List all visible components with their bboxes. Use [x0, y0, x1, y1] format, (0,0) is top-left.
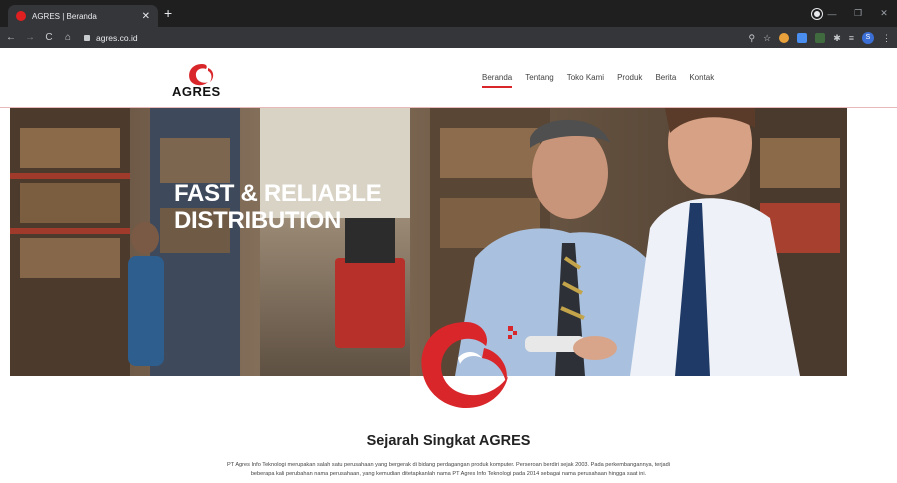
browser-tab[interactable]: AGRES | Beranda ✕	[8, 5, 158, 27]
forward-icon[interactable]: →	[22, 32, 38, 43]
tab-title: AGRES | Beranda	[32, 11, 97, 21]
agres-favicon-icon	[16, 11, 26, 21]
zoom-icon[interactable]: ⚲	[749, 33, 756, 43]
minimize-icon[interactable]: —	[819, 9, 845, 19]
section-paragraph-line-1: PT Agres Info Teknologi merupakan salah …	[227, 462, 670, 468]
bookmark-star-icon[interactable]: ☆	[763, 33, 771, 43]
window-controls: — ❐ ✕	[819, 0, 897, 27]
maximize-icon[interactable]: ❐	[845, 8, 871, 19]
extensions-puzzle-icon[interactable]: ✱	[833, 33, 841, 43]
address-bar[interactable]: agres.co.id	[84, 29, 704, 46]
section-paragraph-line-2: beberapa kali perubahan nama perusahaan,…	[250, 471, 647, 477]
nav-toko-kami[interactable]: Toko Kami	[567, 73, 604, 88]
close-tab-icon[interactable]: ✕	[142, 11, 150, 22]
lock-icon	[84, 34, 90, 41]
main-navigation: Beranda Tentang Toko Kami Produk Berita …	[482, 73, 727, 88]
profile-avatar[interactable]: S	[862, 31, 874, 44]
section-title: Sejarah Singkat AGRES	[366, 433, 531, 449]
home-icon[interactable]: ⌂	[60, 32, 76, 43]
reload-icon[interactable]: C	[41, 32, 57, 43]
extensions-area: ⚲ ☆ ✱ ≡ S ⋮	[749, 27, 891, 48]
menu-dots-icon[interactable]: ⋮	[882, 33, 891, 43]
url-text: agres.co.id	[96, 32, 138, 43]
extension-blue-icon[interactable]	[797, 32, 808, 43]
site-header	[0, 48, 897, 108]
new-tab-button[interactable]: +	[164, 6, 172, 20]
hero-headline: FAST & RELIABLE DISTRIBUTION	[174, 180, 382, 234]
back-icon[interactable]: ←	[3, 32, 19, 43]
close-window-icon[interactable]: ✕	[871, 8, 897, 19]
section-paragraph: PT Agres Info Teknologi merupakan salah …	[150, 461, 747, 479]
nav-tentang[interactable]: Tentang	[525, 73, 553, 88]
agres-emblem-icon	[421, 322, 517, 409]
nav-kontak[interactable]: Kontak	[689, 73, 714, 88]
reading-list-icon[interactable]: ≡	[849, 33, 854, 43]
brand-name: AGRES	[172, 84, 221, 99]
hero-headline-line-2: DISTRIBUTION	[174, 207, 342, 234]
nav-berita[interactable]: Berita	[655, 73, 676, 88]
extension-orange-icon[interactable]	[779, 32, 790, 43]
nav-beranda[interactable]: Beranda	[482, 73, 513, 88]
browser-tab-strip: AGRES | Beranda ✕ + — ❐ ✕	[0, 0, 897, 27]
extension-green-icon[interactable]	[815, 32, 826, 43]
hero-headline-line-1: FAST & RELIABLE	[174, 180, 382, 207]
nav-produk[interactable]: Produk	[617, 73, 642, 88]
